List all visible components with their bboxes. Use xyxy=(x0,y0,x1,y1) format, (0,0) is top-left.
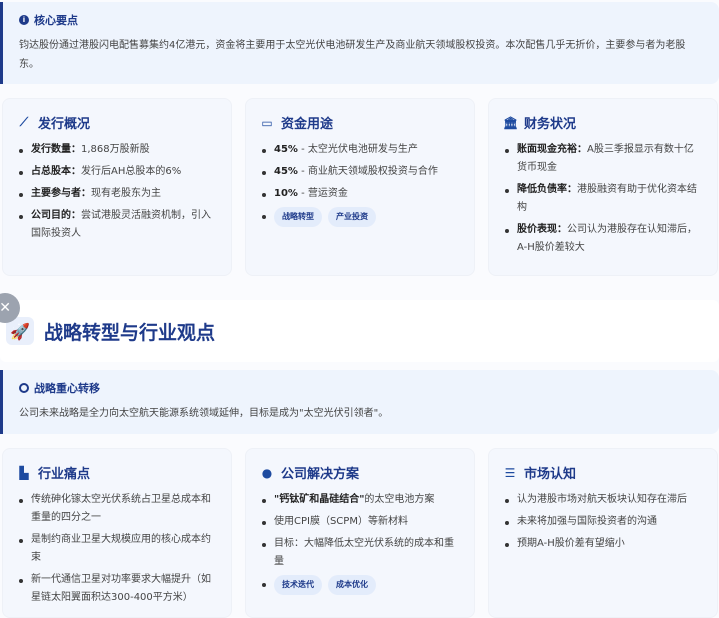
item-text: - 商业航天领域股权投资与合作 xyxy=(297,166,438,177)
industry-icon: ▙ xyxy=(19,465,29,480)
item-label: 45% xyxy=(274,166,298,177)
item-label: 主要参与者： xyxy=(31,188,91,199)
list-item: 目标：大幅降低太空光伏系统的成本和重量 xyxy=(260,535,460,571)
bank-icon: 🏛 xyxy=(503,115,519,130)
money-card-icon: ▭ xyxy=(261,115,273,130)
tag-list: 战略转型 产业投资 xyxy=(260,207,460,227)
chart-line-icon: ⟋ xyxy=(19,115,29,129)
list-item: 45% - 商业航天领域股权投资与合作 xyxy=(260,163,460,181)
item-text: 是制约商业卫星大规模应用的核心成本约束 xyxy=(31,534,211,563)
list-item: 股价表现：公司认为港股存在认知滞后，A-H股价差较大 xyxy=(503,221,703,257)
section-header: 🚀 战略转型与行业观点 xyxy=(0,300,719,362)
card-title: 财务状况 xyxy=(524,117,577,132)
chart-area-icon: ☰ xyxy=(504,465,516,480)
info-icon: i xyxy=(19,15,29,25)
item-text: - 营运资金 xyxy=(297,188,348,199)
card-title: 发行概况 xyxy=(38,117,91,132)
tag[interactable]: 战略转型 xyxy=(274,207,322,227)
item-label: 账面现金充裕： xyxy=(517,144,587,155)
list-item: 新一代通信卫星对功率要求大幅提升（如星链太阳翼面积达300-400平方米） xyxy=(17,571,217,607)
item-label: 占总股本： xyxy=(31,166,81,177)
card-cards_bottom-0: ▙ 行业痛点传统砷化镓太空光伏系统占卫星总成本和重量的四分之一 是制约商业卫星大规模… xyxy=(2,448,232,618)
list-item: 10% - 营运资金 xyxy=(260,185,460,203)
list-item: 主要参与者：现有老股东为主 xyxy=(17,185,217,203)
list-item: "钙钛矿和晶硅结合"的太空电池方案 xyxy=(260,491,460,509)
item-label: 发行数量： xyxy=(31,144,81,155)
item-label: 45% xyxy=(274,144,298,155)
card-title: 公司解决方案 xyxy=(281,467,360,482)
item-text: 传统砷化镓太空光伏系统占卫星总成本和重量的四分之一 xyxy=(31,494,211,523)
list-item: 使用CPI膜（SCPM）等新材料 xyxy=(260,513,460,531)
target-icon xyxy=(19,383,29,393)
item-text: 1,868万股新股 xyxy=(81,144,150,155)
item-label: 10% xyxy=(274,188,298,199)
strategy-callout: 战略重心转移 公司未来战略是全力向太空航天能源系统领域延伸，目标是成为"太空光伏… xyxy=(0,370,719,434)
list-item: 是制约商业卫星大规模应用的核心成本约束 xyxy=(17,531,217,567)
item-text: 目标：大幅降低太空光伏系统的成本和重量 xyxy=(274,538,454,567)
card-cards_top-1: ▭ 资金用途 45% - 太空光伏电池研发与生产 45% - 商业航天领域股权投资与合… xyxy=(245,98,475,276)
item-label: 降低负债率： xyxy=(517,184,577,195)
key-points-callout: i 核心要点 钧达股份通过港股闪电配售募集约4亿港元，资金将主要用于太空光伏电池研… xyxy=(0,2,719,84)
card-cards_bottom-2: ☰ 市场认知认为港股市场对航天板块认知存在滞后 未来将加强与国际投资者的沟通 预期A-… xyxy=(488,448,718,618)
item-text: 未来将加强与国际投资者的沟通 xyxy=(517,516,657,527)
item-text: 新一代通信卫星对功率要求大幅提升（如星链太阳翼面积达300-400平方米） xyxy=(31,574,211,603)
item-text: 现有老股东为主 xyxy=(91,188,161,199)
list-item: 公司目的：尝试港股灵活融资机制，引入国际投资人 xyxy=(17,207,217,243)
list-item: 预期A-H股价差有望缩小 xyxy=(503,535,703,553)
tag[interactable]: 产业投资 xyxy=(328,207,376,227)
item-text: 预期A-H股价差有望缩小 xyxy=(517,538,625,549)
tag[interactable]: 成本优化 xyxy=(328,575,376,595)
list-item: 认为港股市场对航天板块认知存在滞后 xyxy=(503,491,703,509)
key-points-text: 钧达股份通过港股闪电配售募集约4亿港元，资金将主要用于太空光伏电池研发生产及商业… xyxy=(19,40,686,70)
card-cards_top-0: ⟋ 发行概况 发行数量：1,868万股新股 占总股本：发行后AH总股本的6% 主要参与者… xyxy=(2,98,232,276)
list-item: 45% - 太空光伏电池研发与生产 xyxy=(260,141,460,159)
item-label: 股价表现： xyxy=(517,224,567,235)
list-item: 发行数量：1,868万股新股 xyxy=(17,141,217,159)
card-cards_bottom-1: ● 公司解决方案 "钙钛矿和晶硅结合"的太空电池方案使用CPI膜（SCPM）等新材料… xyxy=(245,448,475,618)
item-text: 的太空电池方案 xyxy=(364,494,435,505)
item-text: - 太空光伏电池研发与生产 xyxy=(297,144,418,155)
list-item: 传统砷化镓太空光伏系统占卫星总成本和重量的四分之一 xyxy=(17,491,217,527)
list-item: 未来将加强与国际投资者的沟通 xyxy=(503,513,703,531)
strategy-title: 战略重心转移 xyxy=(34,382,100,395)
item-text: 使用CPI膜（SCPM）等新材料 xyxy=(274,516,408,527)
lightbulb-icon: ● xyxy=(261,465,273,480)
tag[interactable]: 技术迭代 xyxy=(274,575,322,595)
card-cards_top-2: 🏛 财务状况账面现金充裕：A股三季报显示有数十亿货币现金 降低负债率：港股融资有助于… xyxy=(488,98,718,276)
tag-list: 技术迭代 成本优化 xyxy=(260,575,460,595)
item-text: 认为港股市场对航天板块认知存在滞后 xyxy=(517,494,687,505)
list-item: 账面现金充裕：A股三季报显示有数十亿货币现金 xyxy=(503,141,703,177)
item-label: 公司目的： xyxy=(31,210,81,221)
card-title: 资金用途 xyxy=(281,117,334,132)
item-text: 发行后AH总股本的6% xyxy=(81,166,182,177)
list-item: 占总股本：发行后AH总股本的6% xyxy=(17,163,217,181)
list-item: 降低负债率：港股融资有助于优化资本结构 xyxy=(503,181,703,217)
section-title: 战略转型与行业观点 xyxy=(44,321,216,344)
strategy-text: 公司未来战略是全力向太空航天能源系统领域延伸，目标是成为"太空光伏引领者"。 xyxy=(19,408,389,419)
key-points-title: 核心要点 xyxy=(34,14,78,27)
card-title: 行业痛点 xyxy=(38,467,91,482)
item-label: "钙钛矿和晶硅结合" xyxy=(274,494,365,505)
card-title: 市场认知 xyxy=(524,467,577,482)
